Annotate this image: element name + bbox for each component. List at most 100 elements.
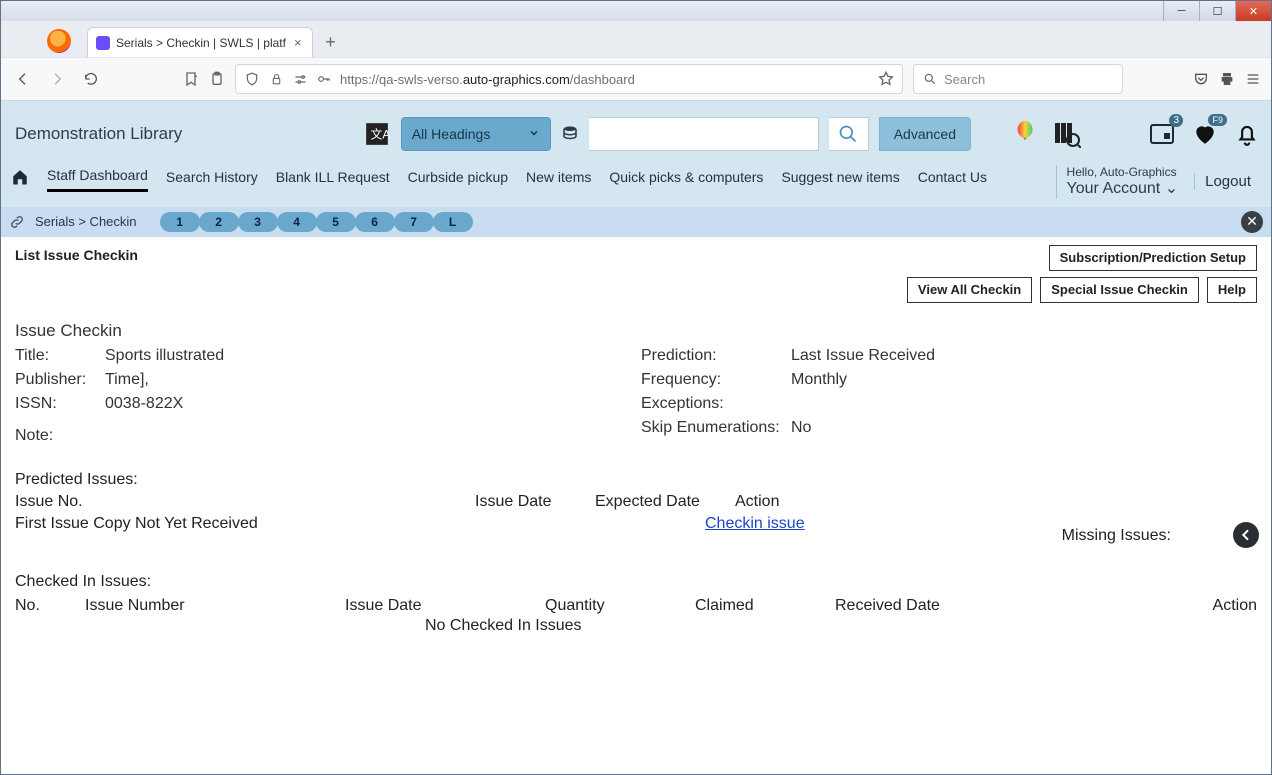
step-pill[interactable]: L: [433, 212, 473, 232]
browser-search-box[interactable]: Search: [913, 64, 1123, 94]
issue-checkin-heading: Issue Checkin: [15, 321, 1257, 341]
shield-icon: [244, 71, 260, 87]
svg-text:文A: 文A: [370, 127, 390, 141]
firefox-icon: [47, 29, 71, 53]
publisher-value: Time],: [105, 371, 631, 389]
balloon-icon[interactable]: [1011, 120, 1039, 148]
col-action2: Action: [1075, 597, 1257, 615]
tab-favicon-icon: [96, 36, 110, 50]
breadcrumb-text[interactable]: Serials > Checkin: [35, 214, 137, 229]
skip-enum-label: Skip Enumerations:: [641, 419, 791, 437]
special-issue-checkin-button[interactable]: Special Issue Checkin: [1040, 277, 1199, 303]
home-icon[interactable]: [11, 168, 29, 186]
col-action: Action: [735, 493, 779, 511]
catalog-search-button[interactable]: [829, 117, 869, 151]
back-button[interactable]: [11, 67, 35, 91]
tab-close-icon[interactable]: ×: [292, 35, 304, 50]
skip-enum-value: No: [791, 419, 1257, 437]
hamburger-menu-icon[interactable]: [1245, 71, 1261, 87]
library-name: Demonstration Library: [11, 124, 186, 144]
col-received-date: Received Date: [835, 597, 1075, 615]
new-tab-button[interactable]: +: [319, 30, 343, 54]
title-value: Sports illustrated: [105, 347, 631, 365]
nav-curbside[interactable]: Curbside pickup: [408, 163, 508, 191]
col-claimed: Claimed: [695, 597, 835, 615]
step-pill[interactable]: 3: [238, 212, 278, 232]
advanced-search-button[interactable]: Advanced: [879, 117, 971, 151]
window-close-button[interactable]: ✕: [1235, 1, 1271, 21]
headings-select[interactable]: All Headings: [401, 117, 551, 151]
browser-search-placeholder: Search: [944, 72, 985, 87]
print-icon[interactable]: [1219, 71, 1235, 87]
step-pill[interactable]: 6: [355, 212, 395, 232]
nav-blank-ill[interactable]: Blank ILL Request: [276, 163, 390, 191]
missing-issues-label: Missing Issues:: [1062, 527, 1171, 545]
step-pill[interactable]: 1: [160, 212, 200, 232]
favorites-icon[interactable]: F9: [1191, 120, 1219, 148]
account-box[interactable]: Hello, Auto-Graphics Your Account ⌄: [1056, 165, 1189, 199]
browser-toolbar: https://qa-swls-verso.auto-graphics.com/…: [1, 57, 1271, 101]
nav-contact[interactable]: Contact Us: [918, 163, 987, 191]
prediction-value: Last Issue Received: [791, 347, 1257, 365]
step-pill[interactable]: 2: [199, 212, 239, 232]
col-no: No.: [15, 597, 85, 615]
lock-icon: [268, 71, 284, 87]
col-issue-number: Issue Number: [85, 597, 345, 615]
notifications-icon[interactable]: [1233, 120, 1261, 148]
database-icon[interactable]: [561, 125, 579, 143]
favorites-badge: F9: [1208, 114, 1227, 126]
col-issue-no: Issue No.: [15, 493, 445, 511]
predicted-row-text: First Issue Copy Not Yet Received: [15, 515, 675, 533]
step-pills: 1 2 3 4 5 6 7 L: [161, 212, 473, 232]
collapse-left-icon[interactable]: [1233, 522, 1259, 548]
close-panel-icon[interactable]: ✕: [1241, 211, 1263, 233]
books-search-icon[interactable]: [1053, 120, 1081, 148]
catalog-search-input[interactable]: [589, 117, 819, 151]
news-badge: 3: [1169, 114, 1183, 127]
logout-link[interactable]: Logout: [1194, 173, 1261, 190]
nav-search-history[interactable]: Search History: [166, 163, 258, 191]
issn-value: 0038-822X: [105, 395, 631, 413]
prediction-label: Prediction:: [641, 347, 791, 365]
nav-new-items[interactable]: New items: [526, 163, 591, 191]
window-minimize-button[interactable]: ─: [1163, 1, 1199, 21]
issn-label: ISSN:: [15, 395, 105, 413]
pocket-icon[interactable]: [1193, 71, 1209, 87]
url-text: https://qa-swls-verso.auto-graphics.com/…: [340, 72, 870, 87]
browser-tabstrip: Serials > Checkin | SWLS | platf × +: [1, 21, 1271, 57]
step-pill[interactable]: 5: [316, 212, 356, 232]
note-value: [105, 419, 631, 445]
clipboard-icon[interactable]: [209, 71, 225, 87]
nav-quick-picks[interactable]: Quick picks & computers: [609, 163, 763, 191]
exceptions-label: Exceptions:: [641, 395, 791, 413]
bookmark-out-icon[interactable]: [183, 71, 199, 87]
checkin-issue-link[interactable]: Checkin issue: [705, 515, 805, 533]
col-expected-date: Expected Date: [595, 493, 705, 511]
browser-tab[interactable]: Serials > Checkin | SWLS | platf ×: [87, 27, 313, 57]
subscription-prediction-button[interactable]: Subscription/Prediction Setup: [1049, 245, 1257, 271]
checked-in-heading: Checked In Issues:: [15, 573, 1257, 591]
nav-suggest[interactable]: Suggest new items: [781, 163, 899, 191]
title-label: Title:: [15, 347, 105, 365]
exceptions-value: [791, 395, 1257, 413]
frequency-value: Monthly: [791, 371, 1257, 389]
tab-title: Serials > Checkin | SWLS | platf: [116, 36, 286, 50]
nav-staff-dashboard[interactable]: Staff Dashboard: [47, 161, 148, 192]
language-icon[interactable]: 文A: [363, 120, 391, 148]
window-maximize-button[interactable]: ☐: [1199, 1, 1235, 21]
view-all-checkin-button[interactable]: View All Checkin: [907, 277, 1032, 303]
step-pill[interactable]: 4: [277, 212, 317, 232]
step-pill[interactable]: 7: [394, 212, 434, 232]
reload-button[interactable]: [79, 67, 103, 91]
os-titlebar: ─ ☐ ✕: [1, 1, 1271, 21]
page-title: List Issue Checkin: [15, 247, 138, 263]
address-bar[interactable]: https://qa-swls-verso.auto-graphics.com/…: [235, 64, 903, 94]
help-button[interactable]: Help: [1207, 277, 1257, 303]
col-issue-date: Issue Date: [475, 493, 565, 511]
news-icon[interactable]: 3: [1149, 120, 1177, 148]
forward-button[interactable]: [45, 67, 69, 91]
chain-icon: [9, 214, 25, 230]
star-icon[interactable]: [878, 71, 894, 87]
no-checked-in-text: No Checked In Issues: [425, 617, 1257, 635]
settings-sliders-icon: [292, 71, 308, 87]
